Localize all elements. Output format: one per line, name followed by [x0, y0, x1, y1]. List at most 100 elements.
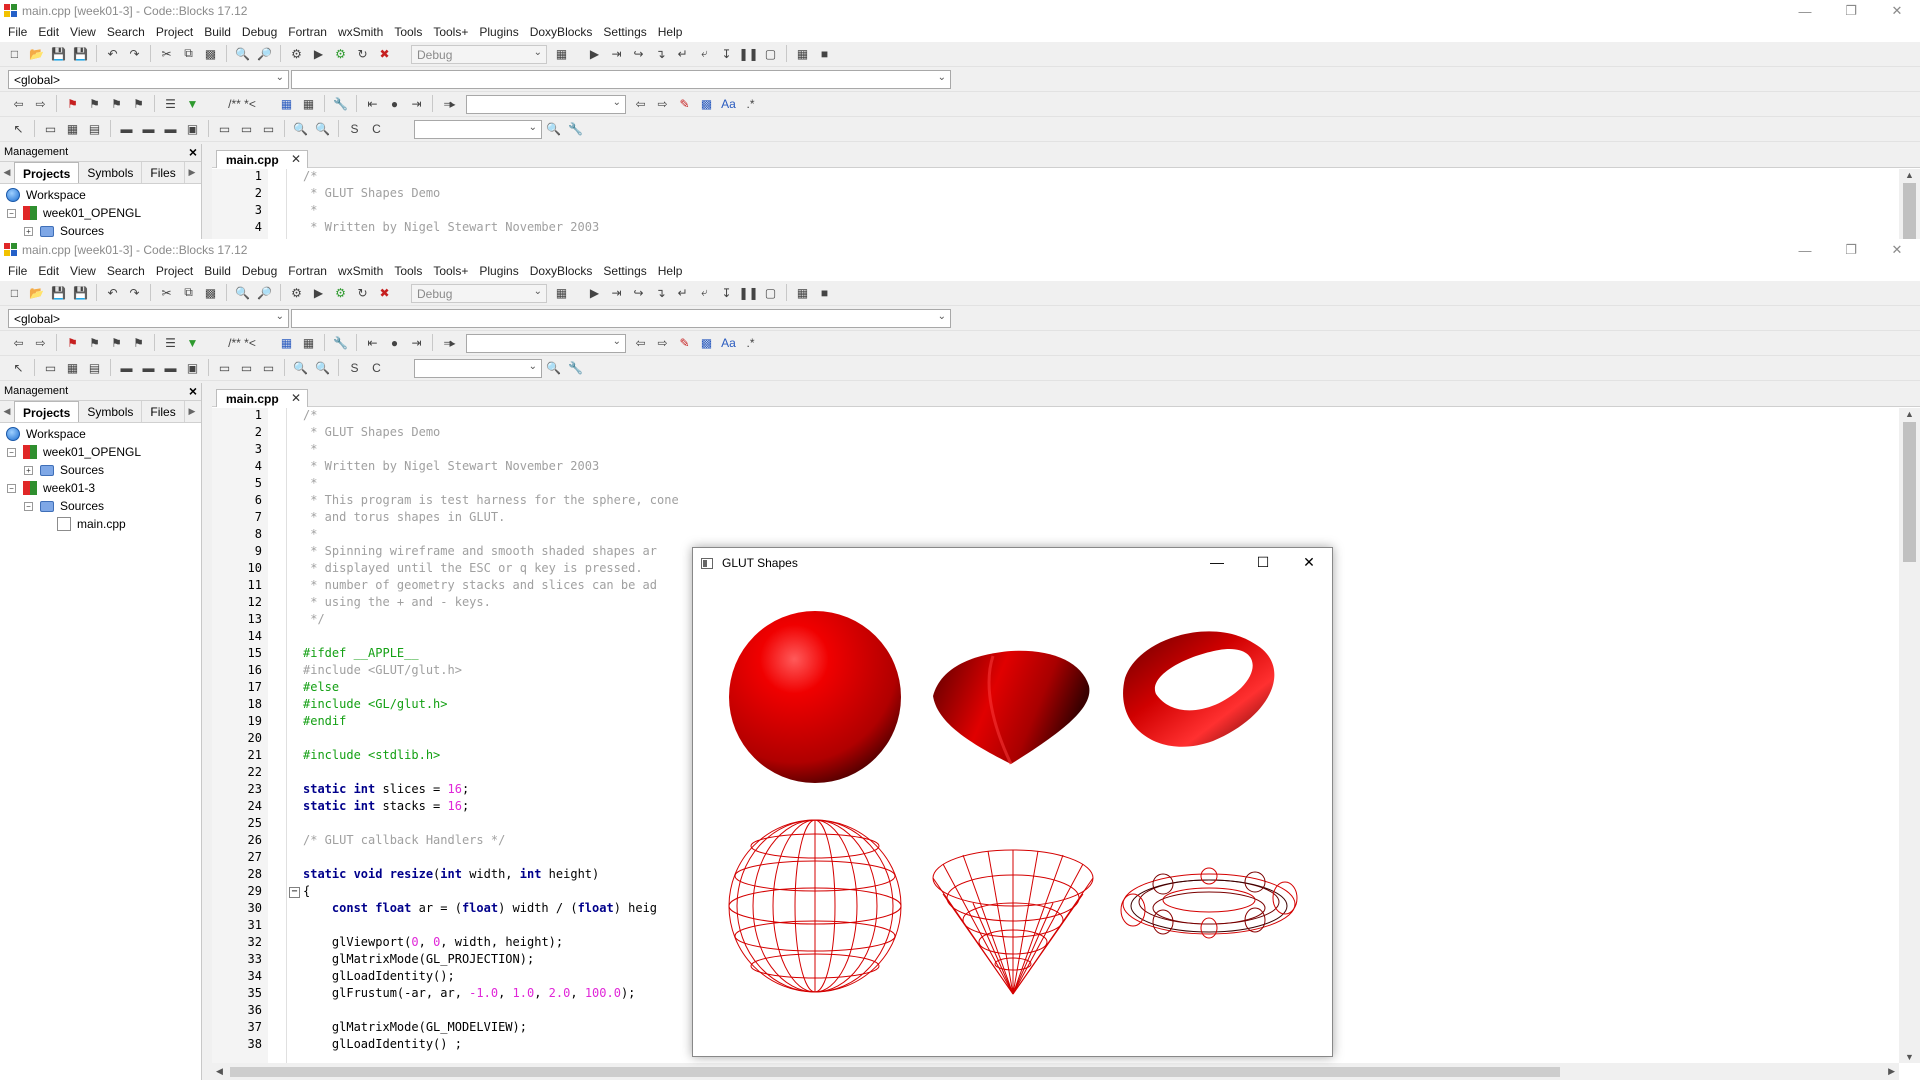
new-file-icon[interactable]: □ — [6, 45, 23, 62]
debugging-windows-icon[interactable]: ▦ — [794, 45, 811, 62]
save-all-icon[interactable]: 💾 — [72, 284, 89, 301]
chevron-down-icon[interactable]: ⌄ — [613, 336, 621, 347]
menu-item-debug[interactable]: Debug — [237, 22, 283, 42]
tree-expander-icon[interactable]: − — [24, 502, 33, 511]
menu-item-project[interactable]: Project — [151, 261, 199, 281]
step-into-icon[interactable]: ↴ — [652, 45, 669, 62]
scroll-left-icon[interactable]: ◀ — [216, 1066, 223, 1077]
chevron-down-icon[interactable]: ⌄ — [613, 97, 621, 108]
wx-search-icon[interactable]: 🔍 — [545, 359, 562, 376]
doxy-icon[interactable]: ☰ — [162, 334, 179, 351]
chevron-down-icon[interactable]: ⌄ — [534, 286, 542, 297]
match-brace-icon[interactable]: ▦ — [278, 334, 295, 351]
bookmark-clear-icon[interactable]: ⚑ — [130, 334, 147, 351]
wx-panel-icon[interactable]: ▤ — [86, 359, 103, 376]
minimize-icon[interactable]: — — [1194, 548, 1240, 576]
wx-select[interactable]: ⌄ — [414, 359, 542, 378]
redo-icon[interactable]: ↷ — [126, 284, 143, 301]
pause-icon[interactable]: ❚❚ — [738, 45, 758, 62]
tab-symbols[interactable]: Symbols — [79, 162, 143, 183]
line-start-icon[interactable]: ⇤ — [364, 95, 381, 112]
wx-c-icon[interactable]: C — [368, 359, 385, 376]
tree-item-week01-opengl[interactable]: − week01_OPENGL — [0, 204, 201, 222]
vertical-scrollbar[interactable]: ▲ ▼ — [1899, 408, 1920, 1063]
select-icon[interactable]: ↖ — [10, 120, 27, 137]
tree-item-week01-opengl[interactable]: − week01_OPENGL — [0, 443, 201, 461]
regex-icon[interactable]: .* — [742, 95, 759, 112]
selected-text-icon[interactable]: ▩ — [698, 95, 715, 112]
prev-search-icon[interactable]: ⇦ — [632, 95, 649, 112]
scroll-up-icon[interactable]: ▲ — [1905, 409, 1914, 419]
scope-select[interactable]: <global> ⌄ — [8, 70, 289, 89]
chevron-down-icon[interactable]: ⌄ — [938, 72, 946, 83]
bookmark-prev-icon[interactable]: ⚑ — [86, 95, 103, 112]
bookmark-next-icon[interactable]: ⚑ — [108, 95, 125, 112]
regex-icon[interactable]: .* — [742, 334, 759, 351]
wx-panel-icon[interactable]: ▤ — [86, 120, 103, 137]
save-icon[interactable]: 💾 — [50, 284, 67, 301]
toggle-breakpoint-icon[interactable]: ● — [386, 95, 403, 112]
tools-icon[interactable]: 🔧 — [332, 95, 349, 112]
menu-item-wxsmith[interactable]: wxSmith — [333, 22, 389, 42]
line-start-icon[interactable]: ⇤ — [364, 334, 381, 351]
abort-icon[interactable]: ✖ — [376, 45, 393, 62]
tools-icon[interactable]: 🔧 — [332, 334, 349, 351]
minimize-icon[interactable]: — — [1782, 0, 1828, 22]
redo-icon[interactable]: ↷ — [126, 45, 143, 62]
editor-tab-main-cpp[interactable]: main.cpp ✕ — [216, 389, 308, 407]
bookmark-toggle-icon[interactable]: ⚑ — [64, 95, 81, 112]
wx-dialog-icon[interactable]: ▦ — [64, 120, 81, 137]
open-icon[interactable]: 📂 — [28, 284, 45, 301]
abort-icon[interactable]: ✖ — [376, 284, 393, 301]
close-icon[interactable]: ✕ — [291, 152, 301, 166]
zoom-out-icon[interactable]: 🔍 — [314, 120, 331, 137]
debugging-windows-icon[interactable]: ▦ — [794, 284, 811, 301]
build-and-run-icon[interactable]: ⚙ — [332, 45, 349, 62]
menu-item-build[interactable]: Build — [199, 261, 237, 281]
menu-item-tools[interactable]: Tools+ — [428, 261, 474, 281]
bookmark-toggle-icon[interactable]: ⚑ — [64, 334, 81, 351]
jump-icon[interactable]: ▼ — [184, 95, 201, 112]
chevron-down-icon[interactable]: ⌄ — [938, 311, 946, 322]
menu-item-tools[interactable]: Tools — [389, 22, 428, 42]
menu-item-help[interactable]: Help — [653, 22, 689, 42]
wx-s-icon[interactable]: S — [346, 359, 363, 376]
tab-left-icon[interactable]: ◀ — [0, 401, 14, 422]
tree-expander-icon[interactable]: − — [7, 484, 16, 493]
scroll-thumb[interactable] — [1903, 183, 1916, 240]
restore-icon[interactable]: ❐ — [1828, 0, 1874, 22]
copy-icon[interactable]: ⧉ — [180, 45, 197, 62]
menu-item-doxyblocks[interactable]: DoxyBlocks — [525, 22, 599, 42]
find-icon[interactable]: 🔍 — [234, 284, 251, 301]
menu-item-search[interactable]: Search — [102, 261, 151, 281]
run-to-cursor-icon[interactable]: ⇥ — [608, 284, 625, 301]
bookmark-next-icon[interactable]: ⚑ — [108, 334, 125, 351]
menu-item-view[interactable]: View — [65, 22, 102, 42]
menu-item-help[interactable]: Help — [653, 261, 689, 281]
menu-item-fortran[interactable]: Fortran — [283, 261, 333, 281]
tab-projects[interactable]: Projects — [14, 401, 80, 422]
wx-staticbox-icon[interactable]: ▬ — [140, 120, 157, 137]
glut-title-bar[interactable]: GLUT Shapes — ☐ ✕ — [693, 548, 1332, 576]
horizontal-scrollbar[interactable]: ◀ ▶ — [212, 1063, 1899, 1080]
build-icon[interactable]: ⚙ — [288, 284, 305, 301]
debug-continue-icon[interactable]: ▶ — [586, 45, 603, 62]
restore-icon[interactable]: ❐ — [1828, 239, 1874, 261]
forward-icon[interactable]: ⇨ — [32, 95, 49, 112]
back-icon[interactable]: ⇦ — [10, 334, 27, 351]
tab-symbols[interactable]: Symbols — [79, 401, 143, 422]
wx-button-icon[interactable]: ▭ — [216, 359, 233, 376]
menu-item-settings[interactable]: Settings — [598, 261, 652, 281]
wx-boxsizer-icon[interactable]: ▬ — [118, 120, 135, 137]
close-icon[interactable]: × — [189, 144, 197, 160]
menu-item-doxyblocks[interactable]: DoxyBlocks — [525, 261, 599, 281]
tree-item-workspace[interactable]: Workspace — [0, 186, 201, 204]
copy-icon[interactable]: ⧉ — [180, 284, 197, 301]
wx-dialog-icon[interactable]: ▦ — [64, 359, 81, 376]
menu-item-plugins[interactable]: Plugins — [474, 22, 524, 42]
fold-toggle-icon[interactable]: − — [289, 887, 300, 898]
wx-gridsizer-icon[interactable]: ▬ — [162, 120, 179, 137]
menu-item-file[interactable]: File — [3, 22, 33, 42]
next-search-icon[interactable]: ⇨ — [654, 334, 671, 351]
scroll-up-icon[interactable]: ▲ — [1905, 170, 1914, 180]
